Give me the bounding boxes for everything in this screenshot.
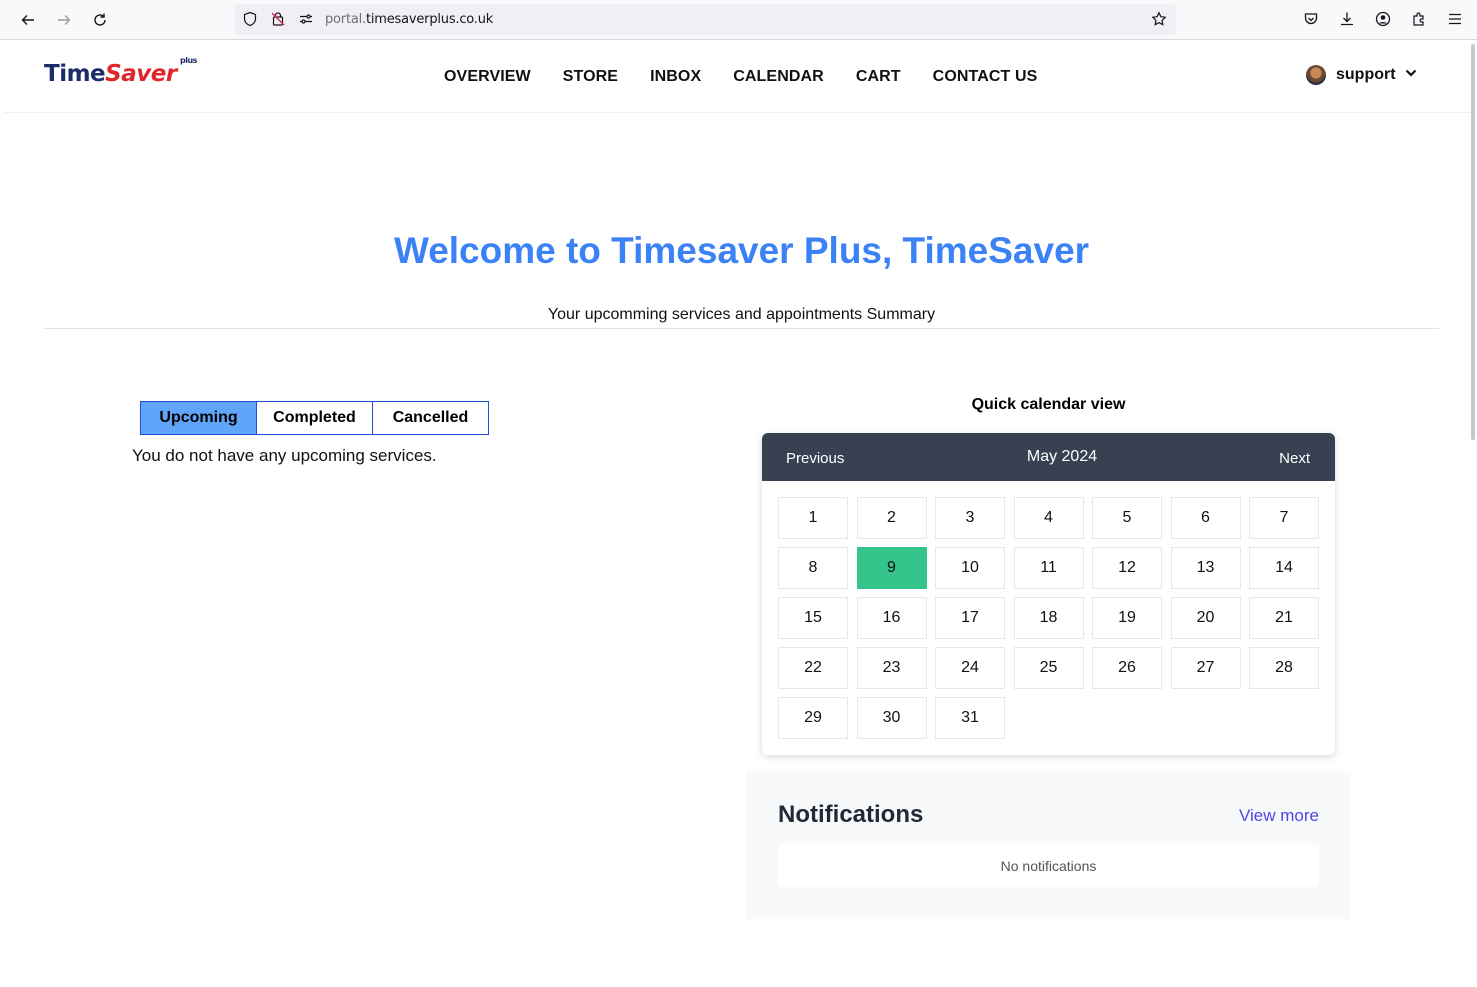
forward-arrow-icon[interactable] (52, 8, 76, 32)
download-icon[interactable] (1336, 8, 1358, 30)
calendar-day[interactable]: 26 (1092, 647, 1162, 689)
calendar-next-button[interactable]: Next (1279, 450, 1310, 467)
calendar-day[interactable]: 7 (1249, 497, 1319, 539)
empty-services-message: You do not have any upcoming services. (132, 446, 437, 465)
chevron-down-icon (1404, 66, 1418, 85)
no-cookie-icon[interactable] (270, 11, 286, 27)
timesaver-logo[interactable]: TimeSaver plus (44, 56, 197, 87)
url-text[interactable]: portal.timesaverplus.co.uk (325, 12, 493, 27)
main-nav: OVERVIEW STORE INBOX CALENDAR CART CONTA… (444, 68, 1069, 86)
nav-cart[interactable]: CART (856, 68, 901, 86)
user-name: support (1336, 66, 1396, 83)
divider (44, 328, 1439, 329)
tab-cancelled[interactable]: Cancelled (372, 401, 489, 435)
calendar-day[interactable]: 12 (1092, 547, 1162, 589)
calendar-day[interactable]: 8 (778, 547, 848, 589)
calendar-day[interactable]: 5 (1092, 497, 1162, 539)
logo-plus: plus (180, 56, 197, 65)
nav-inbox[interactable]: INBOX (650, 68, 701, 86)
calendar-day[interactable]: 15 (778, 597, 848, 639)
back-arrow-icon[interactable] (16, 8, 40, 32)
notifications-title: Notifications (778, 801, 924, 828)
page-scrollbar[interactable] (1471, 44, 1475, 440)
calendar-day[interactable]: 18 (1013, 597, 1084, 639)
calendar-day[interactable]: 25 (1013, 647, 1084, 689)
nav-contact-us[interactable]: CONTACT US (933, 68, 1038, 86)
tab-upcoming[interactable]: Upcoming (140, 401, 257, 435)
calendar-day[interactable]: 9 (856, 547, 927, 589)
menu-icon[interactable] (1444, 8, 1466, 30)
page-subtitle: Your upcomming services and appointments… (547, 306, 936, 323)
calendar-month-label: May 2024 (1026, 448, 1098, 465)
tab-completed[interactable]: Completed (256, 401, 373, 435)
account-icon[interactable] (1372, 8, 1394, 30)
browser-toolbar: portal.timesaverplus.co.uk (0, 0, 1477, 40)
calendar-day[interactable]: 11 (1013, 547, 1084, 589)
notifications-panel: Notifications View more No notifications (746, 771, 1351, 919)
extensions-icon[interactable] (1408, 8, 1430, 30)
address-bar[interactable]: portal.timesaverplus.co.uk (234, 4, 1176, 35)
calendar-day[interactable]: 10 (935, 547, 1005, 589)
quick-calendar: Previous May 2024 Next 1 2 3 4 5 6 7 8 9 10 11 12 13… (762, 433, 1335, 755)
calendar-day[interactable]: 19 (1092, 597, 1162, 639)
avatar (1306, 65, 1326, 85)
calendar-day[interactable]: 3 (935, 497, 1005, 539)
calendar-day[interactable]: 1 (778, 497, 848, 539)
site-header: TimeSaver plus OVERVIEW STORE INBOX CALE… (4, 41, 1473, 113)
site-settings-icon[interactable] (298, 11, 314, 27)
calendar-day[interactable]: 6 (1170, 497, 1241, 539)
calendar-heading: Quick calendar view (971, 396, 1126, 413)
calendar-day[interactable]: 27 (1170, 647, 1241, 689)
notifications-empty: No notifications (778, 844, 1319, 887)
calendar-header: Previous May 2024 Next (762, 433, 1335, 481)
shield-icon[interactable] (242, 11, 258, 27)
calendar-day[interactable]: 17 (935, 597, 1005, 639)
calendar-day[interactable]: 16 (856, 597, 927, 639)
calendar-day[interactable]: 28 (1249, 647, 1319, 689)
url-prefix: portal. (325, 12, 366, 27)
bookmark-star-icon[interactable] (1151, 11, 1167, 27)
logo-time: Time (44, 61, 106, 87)
calendar-day[interactable]: 29 (778, 697, 848, 739)
service-tabs: Upcoming Completed Cancelled (140, 401, 489, 435)
calendar-day[interactable]: 24 (935, 647, 1005, 689)
calendar-day[interactable]: 13 (1170, 547, 1241, 589)
page-title: Welcome to Timesaver Plus, TimeSaver (393, 230, 1090, 271)
calendar-day[interactable]: 20 (1170, 597, 1241, 639)
calendar-day[interactable]: 31 (935, 697, 1005, 739)
logo-saver: Saver (105, 61, 177, 87)
calendar-day-grid: 1 2 3 4 5 6 7 8 9 10 11 12 13 14 15 16 17 18 19 20 21 22 23 24 2… (778, 497, 1319, 739)
calendar-day[interactable]: 4 (1013, 497, 1084, 539)
nav-store[interactable]: STORE (563, 68, 618, 86)
calendar-day[interactable]: 2 (856, 497, 927, 539)
nav-calendar[interactable]: CALENDAR (733, 68, 824, 86)
view-more-link[interactable]: View more (1239, 806, 1319, 826)
calendar-day[interactable]: 14 (1249, 547, 1319, 589)
nav-overview[interactable]: OVERVIEW (444, 68, 531, 86)
calendar-day[interactable]: 22 (778, 647, 848, 689)
calendar-day[interactable]: 23 (856, 647, 927, 689)
calendar-day[interactable]: 21 (1249, 597, 1319, 639)
user-menu[interactable]: support (1306, 65, 1418, 85)
pocket-icon[interactable] (1300, 8, 1322, 30)
reload-icon[interactable] (88, 8, 112, 32)
url-domain: timesaverplus.co.uk (365, 12, 494, 27)
calendar-day[interactable]: 30 (856, 697, 927, 739)
